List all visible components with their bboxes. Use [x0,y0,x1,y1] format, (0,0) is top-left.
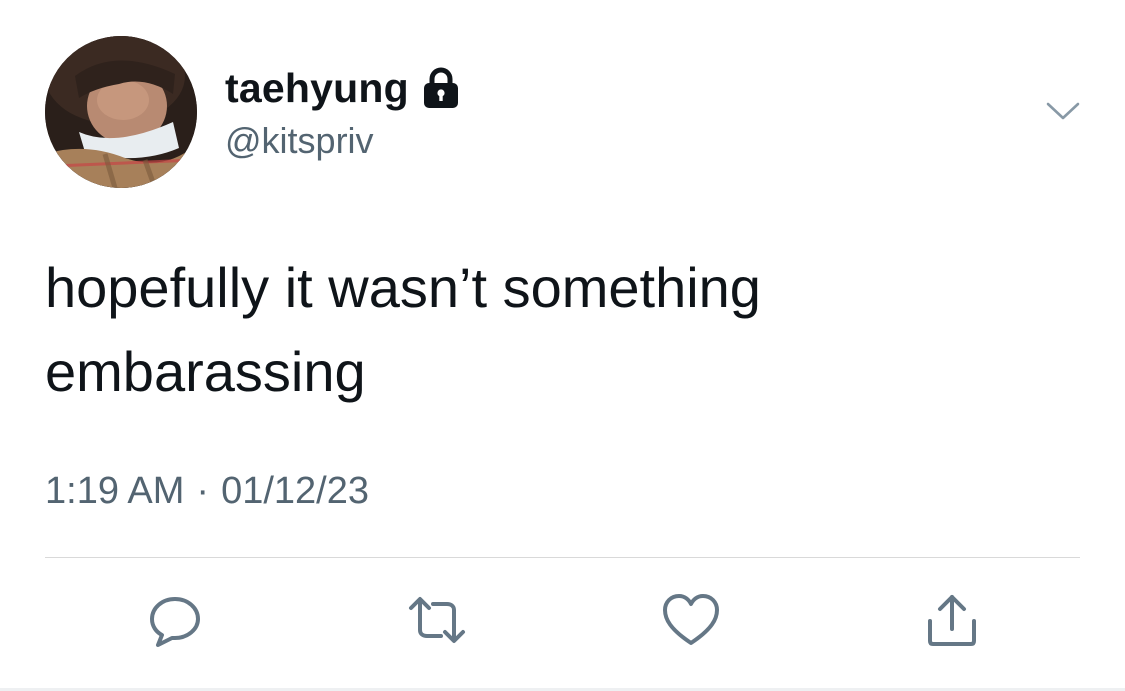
reply-button[interactable] [143,590,207,654]
avatar-image [45,36,197,188]
action-bar [0,590,1125,660]
avatar[interactable] [45,36,197,188]
retweet-icon [405,592,469,653]
share-icon [921,589,983,656]
share-button[interactable] [920,590,984,654]
like-icon [660,591,722,654]
reply-icon [144,589,206,656]
tweet-time: 1:19 AM [45,470,185,512]
like-button[interactable] [659,590,723,654]
chevron-down-icon[interactable] [1043,96,1083,126]
tweet-date: 01/12/23 [221,470,369,512]
tweet-text: hopefully it wasn’t something embarassin… [45,246,1085,414]
name-row: taehyung [225,62,461,114]
timestamp-separator: · [196,470,210,512]
display-name[interactable]: taehyung [225,65,409,112]
retweet-button[interactable] [405,590,469,654]
tweet-text-line: embarassing [45,340,366,403]
user-handle[interactable]: @kitspriv [225,120,374,162]
divider [45,557,1080,558]
timestamp[interactable]: 1:19 AM · 01/12/23 [45,470,369,513]
tweet-text-line: hopefully it wasn’t something [45,256,761,319]
lock-icon [421,66,461,110]
tweet-card: taehyung @kitspriv hopefully it wasn’t s… [0,0,1125,691]
